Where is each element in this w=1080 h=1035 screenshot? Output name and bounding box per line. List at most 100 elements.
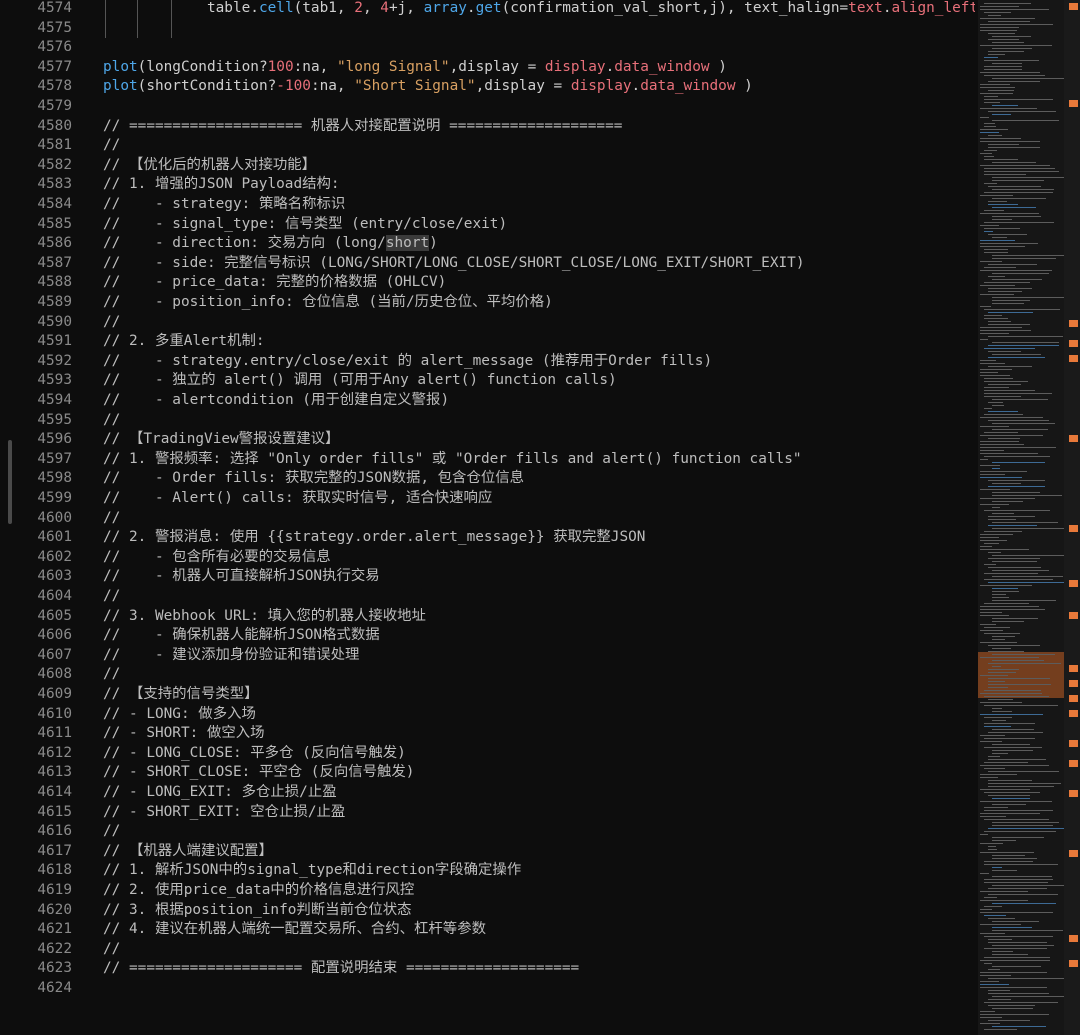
code-line[interactable]: // - side: 完整信号标识 (LONG/SHORT/LONG_CLOSE… (103, 254, 804, 274)
code-line[interactable]: // (103, 313, 120, 333)
vertical-scrollbar[interactable] (1064, 0, 1080, 1035)
minimap-line (988, 351, 1021, 352)
code-line[interactable]: // - SHORT_EXIT: 空仓止损/止盈 (103, 803, 345, 823)
code-line[interactable]: // - 包含所有必要的交易信息 (103, 548, 331, 568)
code-line[interactable]: // - 机器人可直接解析JSON执行交易 (103, 567, 380, 587)
code-line[interactable]: // 2. 多重Alert机制: (103, 332, 265, 352)
minimap-line (988, 759, 1046, 760)
minimap-line (980, 435, 1043, 436)
minimap-line (992, 966, 1041, 967)
code-line[interactable]: // - SHORT_CLOSE: 平空仓 (反向信号触发) (103, 763, 414, 783)
code-token: // - Alert() calls: 获取实时信号, 适合快速响应 (103, 490, 493, 506)
code-line[interactable]: // - direction: 交易方向 (long/short) (103, 234, 438, 254)
code-editor[interactable]: 4574 4575 4576 4577 4578 4579 4580 4581 4582 4583… (0, 0, 1080, 1035)
code-line[interactable]: // - Order fills: 获取完整的JSON数据, 包含仓位信息 (103, 469, 524, 489)
code-line[interactable]: // - position_info: 仓位信息 (当前/历史仓位、平均价格) (103, 293, 553, 313)
horizontal-scroll-handle[interactable] (8, 440, 12, 524)
code-token: plot (103, 58, 138, 75)
code-line[interactable]: // - 独立的 alert() 调用 (可用于Any alert() func… (103, 371, 617, 391)
minimap-line (984, 57, 998, 58)
code-line[interactable]: // 【优化后的机器人对接功能】 (103, 156, 316, 176)
code-area[interactable]: table.cell(tab1, 2, 4+j, array.get(confi… (103, 0, 975, 1035)
minimap-line (988, 204, 1018, 205)
minimap-line (980, 606, 1039, 607)
code-line[interactable]: // - LONG: 做多入场 (103, 705, 256, 725)
minimap-line (980, 369, 1012, 370)
code-line[interactable]: // - LONG_CLOSE: 平多仓 (反向信号触发) (103, 744, 406, 764)
code-token: // - Order fills: 获取完整的JSON数据, 包含仓位信息 (103, 470, 525, 487)
minimap-line (988, 438, 1020, 439)
code-line[interactable]: // - SHORT: 做空入场 (103, 724, 265, 744)
minimap-line (992, 63, 1022, 64)
minimap-line (980, 195, 1013, 196)
code-line[interactable]: // - 建议添加身份验证和错误处理 (103, 646, 359, 666)
minimap-line (988, 993, 1049, 994)
code-line[interactable]: // (103, 587, 120, 607)
code-line[interactable]: // 3. Webhook URL: 填入您的机器人接收地址 (103, 607, 426, 627)
code-line[interactable]: // - alertcondition (用于创建自定义警报) (103, 391, 449, 411)
code-line[interactable]: // - Alert() calls: 获取实时信号, 适合快速响应 (103, 489, 492, 509)
minimap-line (992, 78, 1064, 79)
minimap-line (992, 858, 1037, 859)
scrollbar-marker (1069, 320, 1078, 327)
code-line[interactable]: // - 确保机器人能解析JSON格式数据 (103, 626, 380, 646)
code-line[interactable]: // 4. 建议在机器人端统一配置交易所、合约、杠杆等参数 (103, 920, 486, 940)
code-line[interactable]: // (103, 136, 120, 156)
code-line[interactable]: table.cell(tab1, 2, 4+j, array.get(confi… (103, 0, 975, 19)
minimap-line (980, 972, 1047, 973)
line-number: 4585 (37, 215, 72, 232)
code-line[interactable]: // (103, 411, 120, 431)
minimap-line (992, 189, 1054, 190)
minimap-line (992, 636, 1015, 637)
minimap-line (984, 378, 1013, 379)
code-line[interactable]: // 【机器人端建议配置】 (103, 842, 273, 862)
code-line[interactable]: // (103, 940, 120, 960)
code-line[interactable]: // 2. 警报消息: 使用 {{strategy.order.alert_me… (103, 528, 645, 548)
minimap-line (984, 222, 1054, 223)
minimap-line (980, 489, 1010, 490)
code-token: :na, (310, 78, 355, 95)
code-line[interactable]: // 【支持的信号类型】 (103, 685, 259, 705)
minimap-line (984, 393, 1052, 394)
minimap-line (992, 162, 1036, 163)
minimap-line (980, 417, 1043, 418)
code-line[interactable]: // (103, 509, 120, 529)
code-line[interactable]: // ==================== 配置说明结束 =========… (103, 959, 579, 979)
minimap-line (984, 171, 1059, 172)
code-line[interactable]: // - strategy.entry/close/exit 的 alert_m… (103, 352, 712, 372)
minimap-line (988, 516, 1035, 517)
minimap-line (980, 777, 998, 778)
minimap-line (992, 219, 1012, 220)
code-line[interactable]: // 1. 增强的JSON Payload结构: (103, 175, 340, 195)
minimap[interactable] (978, 0, 1064, 1035)
minimap-line (992, 216, 1041, 217)
minimap-line (980, 549, 1029, 550)
code-line[interactable]: // (103, 822, 120, 842)
code-line[interactable]: plot(longCondition?100:na, "long Signal"… (103, 58, 727, 78)
code-line[interactable]: // ==================== 机器人对接配置说明 ======… (103, 117, 622, 137)
code-line[interactable]: // 1. 解析JSON中的signal_type和direction字段确定操… (103, 861, 521, 881)
code-line[interactable]: // - strategy: 策略名称标识 (103, 195, 345, 215)
minimap-line (980, 261, 1002, 262)
code-line[interactable]: // 【TradingView警报设置建议】 (103, 430, 339, 450)
minimap-line (992, 1008, 1033, 1009)
code-line[interactable]: plot(shortCondition?-100:na, "Short Sign… (103, 77, 753, 97)
code-line[interactable]: // 3. 根据position_info判断当前仓位状态 (103, 901, 412, 921)
code-token: 2 (354, 0, 363, 16)
code-line[interactable]: // - signal_type: 信号类型 (entry/close/exit… (103, 215, 507, 235)
minimap-line (984, 159, 1018, 160)
minimap-line (984, 348, 1035, 349)
line-number: 4589 (37, 294, 72, 310)
code-token: // (103, 509, 121, 526)
minimap-line (980, 18, 1035, 19)
code-line[interactable]: // 1. 警报频率: 选择 "Only order fills" 或 "Ord… (103, 450, 802, 470)
code-token: data_window (640, 78, 736, 95)
code-line[interactable]: // - LONG_EXIT: 多仓止损/止盈 (103, 783, 337, 803)
scrollbar-marker (1069, 340, 1078, 347)
line-number: 4608 (37, 666, 72, 683)
code-line[interactable]: // 2. 使用price_data中的价格信息进行风控 (103, 881, 414, 901)
minimap-line (980, 243, 1038, 244)
code-line[interactable]: // - price_data: 完整的价格数据 (OHLCV) (103, 273, 446, 293)
code-line[interactable]: // (103, 665, 120, 685)
minimap-line (980, 1011, 995, 1012)
